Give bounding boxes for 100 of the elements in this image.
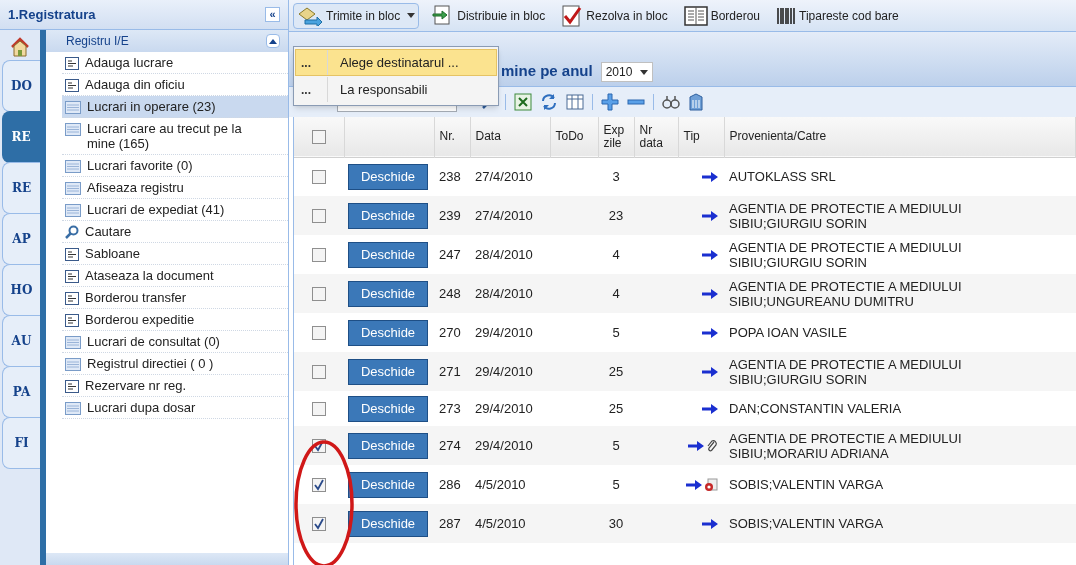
table-cell: 5 <box>598 426 634 465</box>
side-tab[interactable]: AU <box>2 315 40 367</box>
column-header[interactable]: Provenienta/Catre <box>724 117 1076 157</box>
table-cell: 239 <box>434 196 470 235</box>
open-button[interactable]: Deschide <box>348 358 428 385</box>
binoculars-icon[interactable] <box>662 95 680 109</box>
open-button[interactable]: Deschide <box>348 202 428 229</box>
caret-icon <box>640 69 649 75</box>
panel-header[interactable]: Registru I/E <box>46 30 288 52</box>
side-tab[interactable]: FI <box>2 417 40 469</box>
minus-icon[interactable] <box>627 99 645 105</box>
checkbox[interactable] <box>312 325 326 340</box>
open-button[interactable]: Deschide <box>348 280 428 307</box>
form-icon <box>65 380 79 393</box>
table-cell: 4/5/2010 <box>470 504 550 543</box>
open-button[interactable]: Deschide <box>348 241 428 268</box>
columns-icon[interactable] <box>566 94 584 110</box>
checkbox[interactable] <box>312 477 326 492</box>
sidebar-title: 1.Registratura <box>8 5 96 24</box>
collapse-button[interactable]: « <box>265 7 280 22</box>
table-cell-text: DAN;CONSTANTIN VALERIA <box>729 401 903 416</box>
home-icon[interactable] <box>10 37 30 57</box>
table-cell: 27/4/2010 <box>470 157 550 196</box>
envelope-arrow-icon <box>297 5 323 26</box>
paperclip-icon <box>706 438 718 453</box>
arrow-icon <box>688 440 704 451</box>
year-dropdown[interactable]: 2010 <box>600 62 654 82</box>
open-button[interactable]: Deschide <box>348 471 428 498</box>
sidebar-item[interactable]: Lucrari care au trecut pe la mine (165) <box>62 118 288 155</box>
sidebar-item[interactable]: Ataseaza la document <box>62 265 288 287</box>
open-button[interactable]: Deschide <box>348 510 428 537</box>
sidebar-item[interactable]: Afiseaza registru <box>62 177 288 199</box>
menu-item[interactable]: ... La responsabili <box>295 76 497 103</box>
side-tab[interactable]: DO <box>2 60 40 112</box>
table-cell: 27/4/2010 <box>470 196 550 235</box>
grid-title: mine pe anul <box>501 60 593 81</box>
spreadsheet-icon[interactable] <box>514 93 532 111</box>
sidebar-item[interactable]: Adauga lucrare <box>62 52 288 74</box>
table-cell: 287 <box>434 504 470 543</box>
column-header[interactable]: Tip <box>678 117 724 157</box>
column-header[interactable]: Nr data <box>634 117 678 157</box>
table-cell-text: AUTOKLASS SRL <box>729 169 837 185</box>
checkbox[interactable] <box>311 129 326 144</box>
sidebar-item[interactable]: Registrul directiei ( 0 ) <box>62 353 288 375</box>
archive-icon[interactable] <box>688 93 704 111</box>
sidebar-item[interactable]: Lucrari in operare (23) <box>62 96 288 118</box>
table-cell-text: AGENTIA DE PROTECTIE A MEDIULUI SIBIU;GIURGIU SORIN <box>729 239 963 270</box>
table-cell: 23 <box>598 196 634 235</box>
sidebar-item[interactable]: Lucrari de consultat (0) <box>62 331 288 353</box>
toolbar-button[interactable]: Trimite in bloc <box>293 2 420 29</box>
open-button[interactable]: Deschide <box>348 432 428 459</box>
table-cell: 274 <box>434 426 470 465</box>
checkbox[interactable] <box>312 401 326 416</box>
column-header[interactable]: ToDo <box>550 117 598 157</box>
open-button[interactable]: Deschide <box>348 319 428 346</box>
column-header[interactable]: Data <box>470 117 550 157</box>
table-cell: 248 <box>434 274 470 313</box>
side-tab[interactable]: PA <box>2 366 40 418</box>
refresh-icon[interactable] <box>540 93 558 111</box>
collapse-toggle[interactable] <box>266 34 280 48</box>
table-cell: 29/4/2010 <box>470 313 550 352</box>
open-button[interactable]: Deschide <box>348 163 428 190</box>
toolbar-button[interactable]: Tipareste cod bare <box>773 2 902 29</box>
column-header[interactable]: Nr. <box>434 117 470 157</box>
open-button[interactable]: Deschide <box>348 395 428 422</box>
list-icon <box>65 358 81 371</box>
checkbox[interactable] <box>312 516 326 531</box>
sidebar-item[interactable]: Borderou transfer <box>62 287 288 309</box>
sidebar-item[interactable]: Lucrari favorite (0) <box>62 155 288 177</box>
table-cell: 4/5/2010 <box>470 465 550 504</box>
table-cell: 25 <box>598 352 634 391</box>
sidebar-item[interactable]: Sabloane <box>62 243 288 265</box>
plus-icon[interactable] <box>601 93 619 111</box>
sidebar-item[interactable]: Cautare <box>62 221 288 243</box>
table-cell: 273 <box>434 391 470 426</box>
checkbox[interactable] <box>312 208 326 223</box>
table-cell: 247 <box>434 235 470 274</box>
menu-item[interactable]: ... Alege destinatarul ... <box>295 49 497 76</box>
toolbar-button[interactable]: Rezolva in bloc <box>558 2 671 29</box>
checkbox[interactable] <box>312 364 326 379</box>
sidebar-item[interactable]: Lucrari de expediat (41) <box>62 199 288 221</box>
sidebar-item[interactable]: Borderou expeditie <box>62 309 288 331</box>
table-cell: 25 <box>598 391 634 426</box>
toolbar-button[interactable]: Borderou <box>680 2 764 29</box>
toolbar-button[interactable]: Distribuie in bloc <box>429 2 549 29</box>
side-tab[interactable]: HO <box>2 264 40 316</box>
column-header[interactable]: Exp zile <box>598 117 634 157</box>
checkbox[interactable] <box>312 286 326 301</box>
checkbox[interactable] <box>312 247 326 262</box>
sidebar-item[interactable]: Lucrari dupa dosar <box>62 397 288 419</box>
checkbox[interactable] <box>312 169 326 184</box>
side-tab[interactable]: RE <box>2 111 40 163</box>
sidebar-item[interactable]: Rezervare nr reg. <box>62 375 288 397</box>
table-cell: 271 <box>434 352 470 391</box>
table-cell-text: AGENTIA DE PROTECTIE A MEDIULUI SIBIU;GIURGIU SORIN <box>729 200 963 231</box>
side-tab[interactable]: RE <box>2 162 40 214</box>
side-tab[interactable]: AP <box>2 213 40 265</box>
arrow-icon <box>702 403 718 414</box>
table-cell: 5 <box>598 465 634 504</box>
arrow-icon <box>686 479 702 490</box>
